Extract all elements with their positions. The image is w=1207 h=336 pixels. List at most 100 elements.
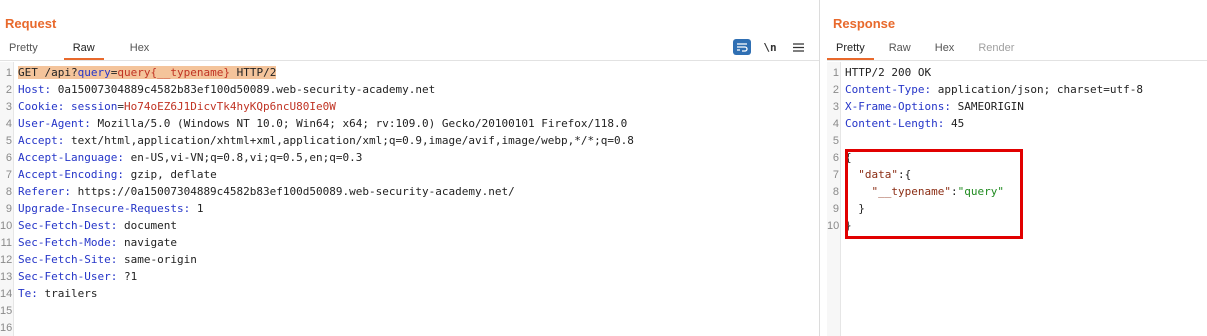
line-content: Sec-Fetch-User: ?1 bbox=[18, 270, 137, 283]
request-tab-raw[interactable]: Raw bbox=[63, 40, 104, 60]
line-number: 1 bbox=[832, 66, 839, 79]
line-number: 4 bbox=[5, 117, 12, 130]
code-line: 10 Sec-Fetch-Dest: document bbox=[0, 217, 819, 234]
line-number: 1 bbox=[5, 66, 12, 79]
code-token: en-US,vi-VN;q=0.8,vi;q=0.5,en;q=0.3 bbox=[130, 151, 363, 164]
line-content: X-Frame-Options: SAMEORIGIN bbox=[845, 100, 1024, 113]
code-token: HTTP/2 200 OK bbox=[845, 66, 932, 79]
code-token: https://0a15007304889c4582b83ef100d50089… bbox=[77, 185, 515, 198]
line-number: 9 bbox=[5, 202, 12, 215]
response-tab-raw[interactable]: Raw bbox=[880, 40, 920, 60]
hamburger-icon[interactable] bbox=[789, 39, 807, 55]
request-tab-hex[interactable]: Hex bbox=[121, 40, 159, 60]
code-token: document bbox=[123, 219, 177, 232]
code-line: 12 Sec-Fetch-Site: same-origin bbox=[0, 251, 819, 268]
line-content: "data":{ bbox=[845, 168, 911, 181]
code-token: Sec-Fetch-Site: bbox=[18, 253, 124, 266]
line-content: Te: trailers bbox=[18, 287, 97, 300]
line-content: Accept: text/html,application/xhtml+xml,… bbox=[18, 134, 634, 147]
line-number: 2 bbox=[832, 83, 839, 96]
line-content: } bbox=[845, 219, 852, 232]
request-pane: Request Pretty Raw Hex \n 1 GET /api?query=… bbox=[0, 0, 819, 336]
line-content: { bbox=[845, 151, 852, 164]
code-token: Te: bbox=[18, 287, 45, 300]
code-token: 45 bbox=[950, 117, 965, 130]
code-line: 13 Sec-Fetch-User: ?1 bbox=[0, 268, 819, 285]
newline-toggle-button[interactable]: \n bbox=[761, 39, 779, 55]
code-token: SAMEORIGIN bbox=[957, 100, 1024, 113]
code-token: X-Frame-Options: bbox=[845, 100, 958, 113]
code-token: = bbox=[117, 100, 124, 113]
request-tab-divider bbox=[0, 60, 819, 61]
response-pane: Response Pretty Raw Hex Render 1 HTTP/2 200 … bbox=[827, 0, 1207, 336]
code-token: User-Agent: bbox=[18, 117, 98, 130]
code-token: } bbox=[845, 202, 865, 215]
code-token: text/html,application/xhtml+xml,applicat… bbox=[70, 134, 634, 147]
code-token: Ho74oEZ6J1DicvTk4hyKQp6ncU80Ie0W bbox=[123, 100, 336, 113]
code-line: 2 Host: 0a15007304889c4582b83ef100d50089.… bbox=[0, 81, 819, 98]
line-number: 8 bbox=[5, 185, 12, 198]
code-line: 5 bbox=[827, 132, 1207, 149]
request-tabs: Pretty Raw Hex bbox=[0, 40, 175, 60]
code-token: { bbox=[845, 151, 852, 164]
request-title: Request bbox=[5, 16, 57, 31]
line-content: Sec-Fetch-Dest: document bbox=[18, 219, 177, 232]
response-tab-render[interactable]: Render bbox=[969, 40, 1023, 60]
code-line: 1 GET /api?query=query{__typename} HTTP/2 bbox=[0, 64, 819, 81]
line-number: 2 bbox=[5, 83, 12, 96]
request-toolbar: \n bbox=[733, 39, 807, 55]
response-tab-pretty[interactable]: Pretty bbox=[827, 40, 874, 60]
code-line: 6{ bbox=[827, 149, 1207, 166]
code-token: "data" bbox=[858, 168, 898, 181]
code-token: Referer: bbox=[18, 185, 78, 198]
line-content: Referer: https://0a15007304889c4582b83ef… bbox=[18, 185, 515, 198]
code-line: 14 Te: trailers bbox=[0, 285, 819, 302]
line-content: Cookie: session=Ho74oEZ6J1DicvTk4hyKQp6n… bbox=[18, 100, 336, 113]
line-number: 11 bbox=[0, 236, 12, 249]
line-content: Accept-Encoding: gzip, deflate bbox=[18, 168, 217, 181]
code-token: navigate bbox=[123, 236, 177, 249]
code-token: GET /api? bbox=[18, 66, 78, 79]
code-token: trailers bbox=[44, 287, 98, 300]
code-token: Content-Length: bbox=[845, 117, 951, 130]
code-line: 8 "__typename":"query" bbox=[827, 183, 1207, 200]
response-lines: 1 HTTP/2 200 OK 2 Content-Type: application… bbox=[827, 64, 1207, 234]
response-tabs: Pretty Raw Hex Render bbox=[827, 40, 1029, 60]
line-number: 10 bbox=[0, 219, 13, 232]
response-editor[interactable]: 1 HTTP/2 200 OK 2 Content-Type: application… bbox=[827, 62, 1207, 336]
line-number: 15 bbox=[0, 304, 13, 317]
line-number: 4 bbox=[832, 117, 839, 130]
line-number: 3 bbox=[832, 100, 839, 113]
code-line: 3 X-Frame-Options: SAMEORIGIN bbox=[827, 98, 1207, 115]
code-token: } bbox=[845, 219, 852, 232]
pane-splitter[interactable] bbox=[819, 0, 827, 336]
code-token: Mozilla/5.0 (Windows NT 10.0; Win64; x64… bbox=[97, 117, 628, 130]
line-number: 8 bbox=[832, 185, 839, 198]
line-number: 13 bbox=[0, 270, 13, 283]
code-token: "__typename" bbox=[871, 185, 951, 198]
code-line: 16 bbox=[0, 319, 819, 336]
line-number: 3 bbox=[5, 100, 12, 113]
code-token: session bbox=[70, 100, 118, 113]
request-tab-pretty[interactable]: Pretty bbox=[0, 40, 47, 60]
line-number: 16 bbox=[0, 321, 13, 334]
line-content: "__typename":"query" bbox=[845, 185, 1004, 198]
line-number: 6 bbox=[832, 151, 839, 164]
line-number: 7 bbox=[5, 168, 12, 181]
code-line: 8 Referer: https://0a15007304889c4582b83e… bbox=[0, 183, 819, 200]
code-token: application/json; charset=utf-8 bbox=[937, 83, 1144, 96]
code-token: : bbox=[950, 185, 958, 198]
request-editor[interactable]: 1 GET /api?query=query{__typename} HTTP/2… bbox=[0, 62, 819, 336]
line-content: Sec-Fetch-Mode: navigate bbox=[18, 236, 177, 249]
code-token: Accept-Language: bbox=[18, 151, 131, 164]
line-content: } bbox=[845, 202, 865, 215]
code-token: 1 bbox=[196, 202, 204, 215]
code-token: "query" bbox=[957, 185, 1004, 198]
wrap-lines-icon[interactable] bbox=[733, 39, 751, 55]
line-number: 7 bbox=[832, 168, 839, 181]
response-tab-hex[interactable]: Hex bbox=[926, 40, 964, 60]
line-number: 10 bbox=[827, 219, 840, 232]
code-token: Upgrade-Insecure-Requests: bbox=[18, 202, 197, 215]
